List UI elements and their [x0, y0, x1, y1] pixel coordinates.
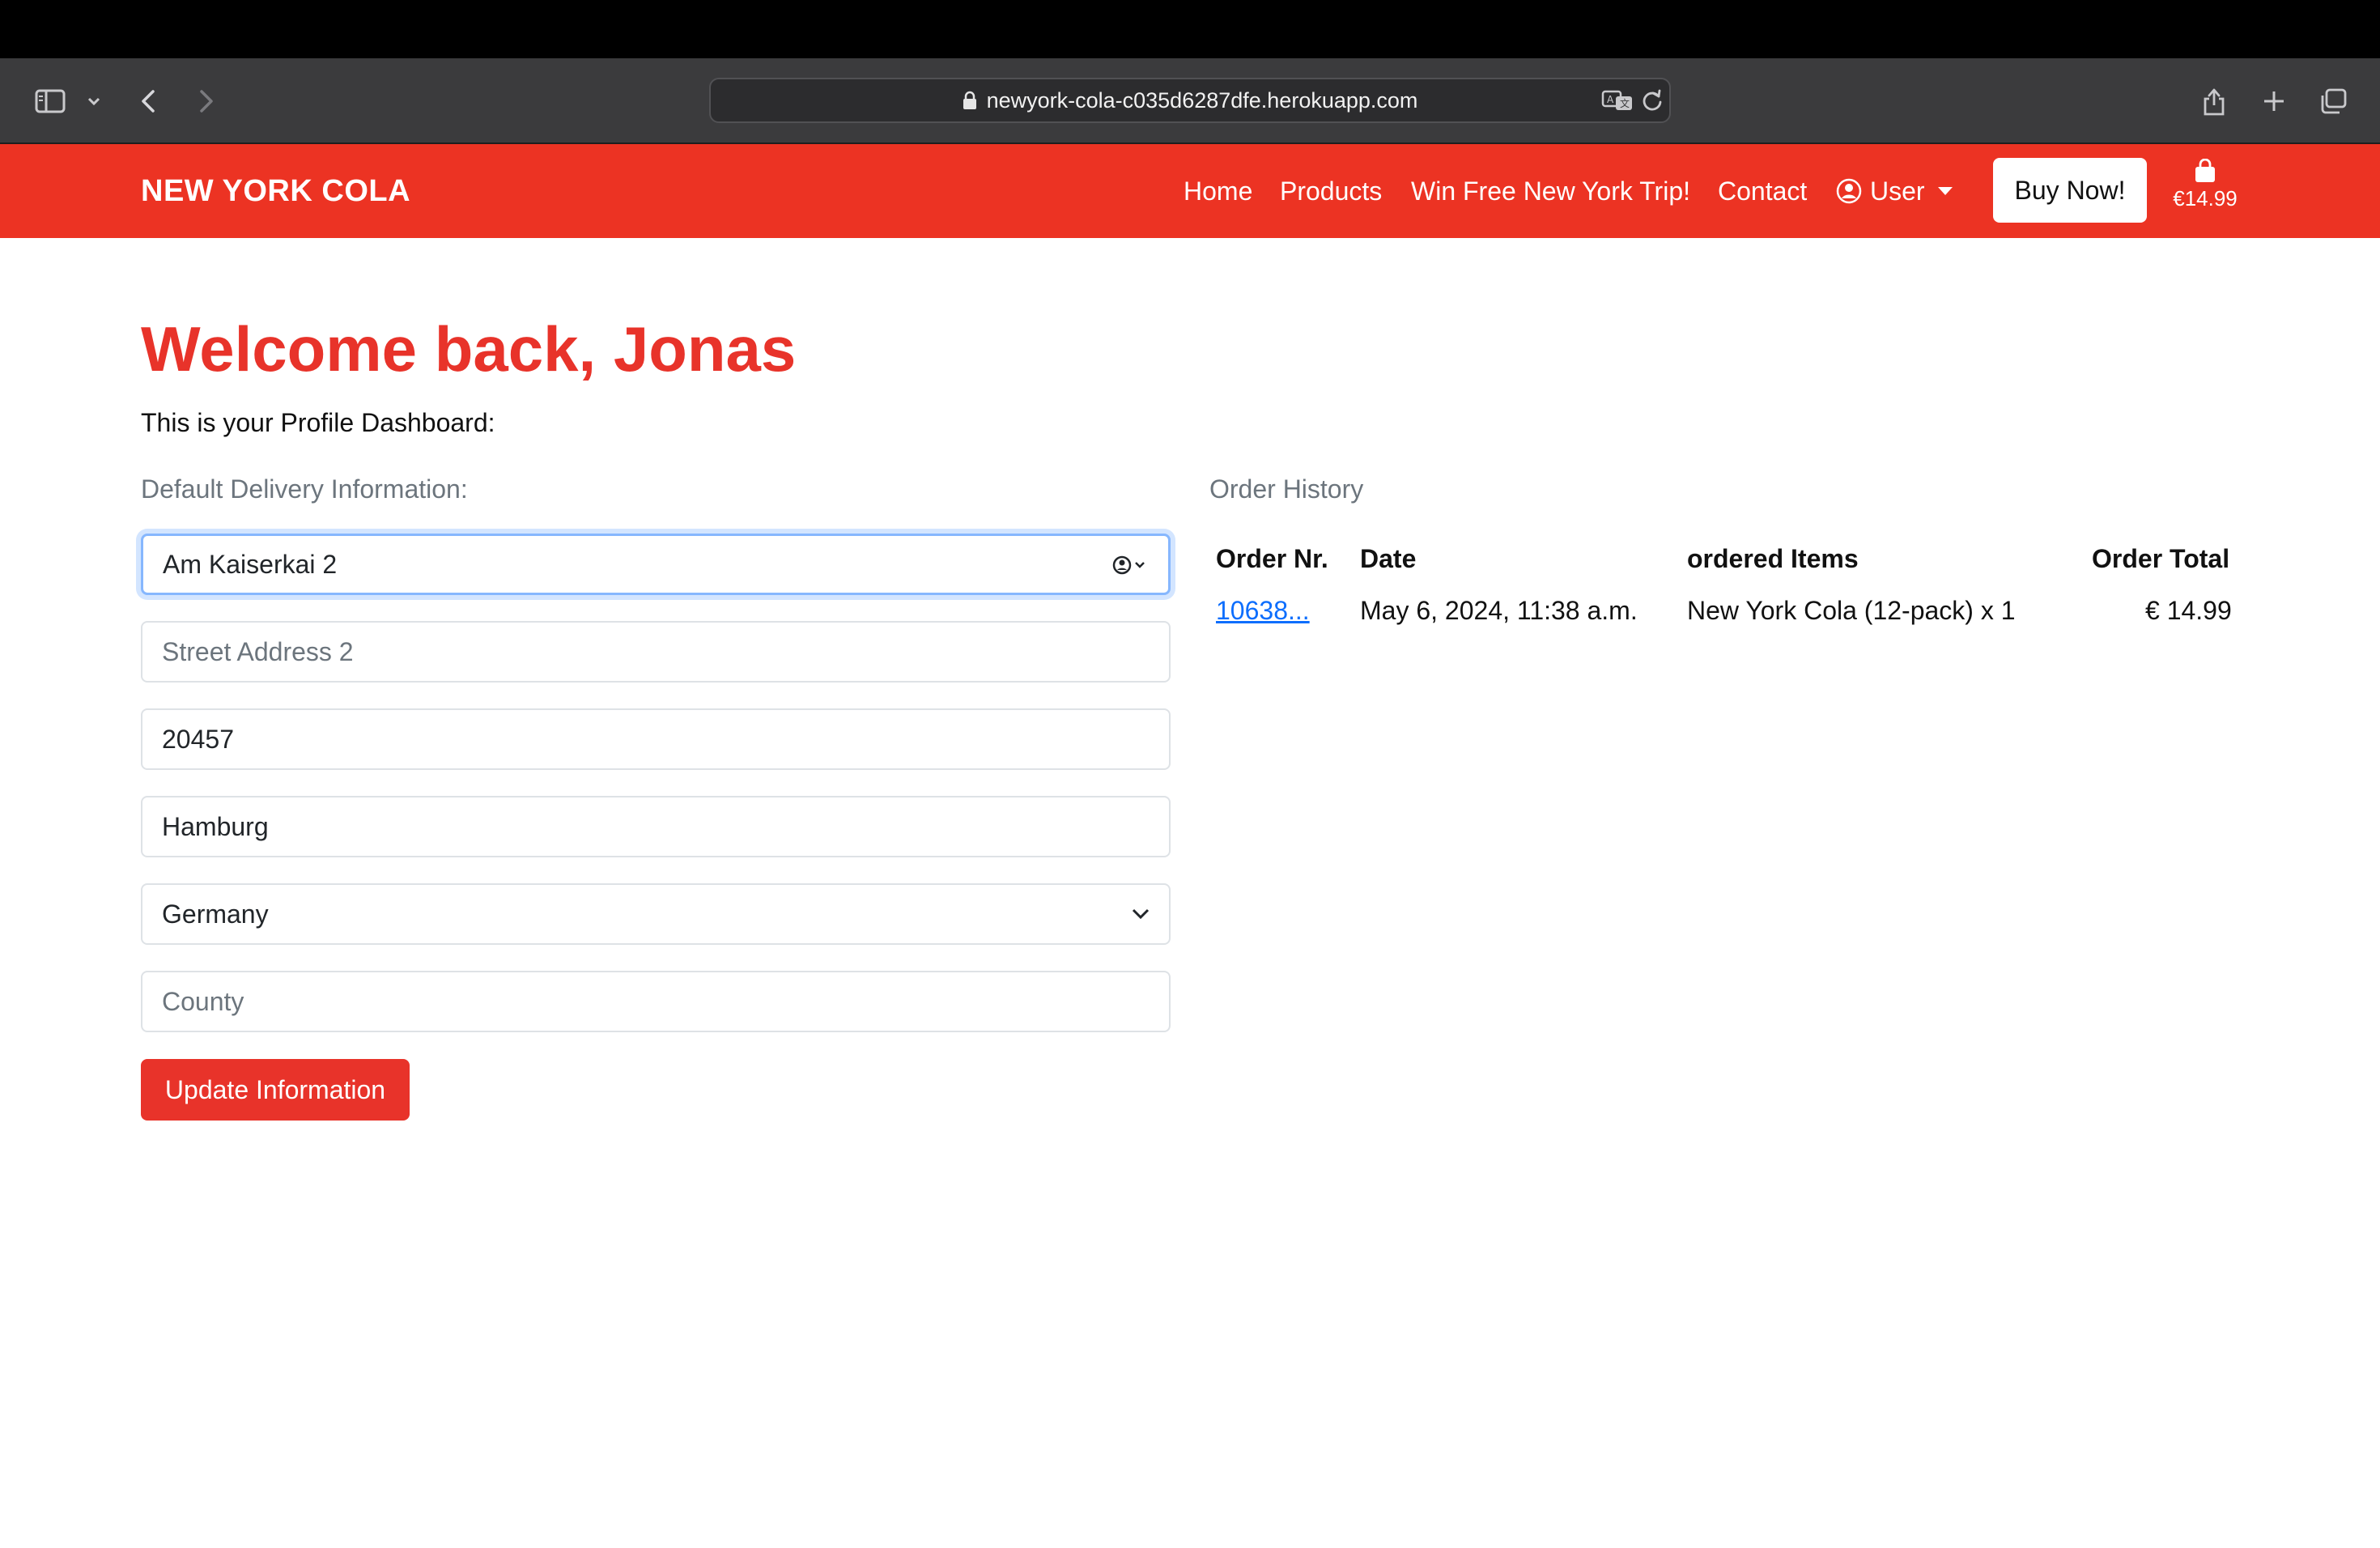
- street-address-2-placeholder: Street Address 2: [162, 636, 354, 666]
- cart-total: €14.99: [2173, 186, 2238, 211]
- chevron-down-icon[interactable]: [84, 58, 104, 144]
- postcode-value: 20457: [162, 724, 234, 754]
- nav-user-dropdown[interactable]: User: [1836, 144, 1953, 238]
- column-header-ordered-items: ordered Items: [1687, 544, 1859, 573]
- shopping-bag-icon: [2194, 159, 2216, 183]
- country-select[interactable]: Germany: [141, 883, 1171, 945]
- order-history-label: Order History: [1209, 474, 1364, 504]
- nav-products[interactable]: Products: [1280, 144, 1382, 238]
- chevron-down-icon: [1132, 885, 1150, 943]
- user-circle-icon: [1836, 178, 1862, 204]
- page-subtitle: This is your Profile Dashboard:: [141, 408, 495, 437]
- order-items: New York Cola (12-pack) x 1: [1687, 596, 2016, 625]
- address-bar[interactable]: newyork-cola-c035d6287dfe.herokuapp.com …: [709, 78, 1671, 123]
- autofill-contact-icon[interactable]: [1111, 536, 1149, 594]
- column-header-order-nr: Order Nr.: [1216, 544, 1328, 573]
- order-total: € 14.99: [2145, 596, 2232, 625]
- brand-logo[interactable]: NEW YORK COLA: [141, 144, 410, 238]
- order-number-link[interactable]: 10638...: [1216, 596, 1310, 626]
- country-value: Germany: [162, 899, 269, 929]
- page-title: Welcome back, Jonas: [141, 313, 797, 385]
- nav-contact[interactable]: Contact: [1718, 144, 1807, 238]
- url-text: newyork-cola-c035d6287dfe.herokuapp.com: [986, 87, 1418, 113]
- tabs-overview-icon[interactable]: [2318, 58, 2348, 144]
- caret-down-icon: [1937, 187, 1953, 195]
- county-placeholder: County: [162, 986, 244, 1016]
- nav-win-trip[interactable]: Win Free New York Trip!: [1411, 144, 1690, 238]
- user-label: User: [1870, 176, 1925, 206]
- county-input[interactable]: County: [141, 971, 1171, 1032]
- forward-icon[interactable]: [194, 58, 219, 144]
- nav-home[interactable]: Home: [1184, 144, 1252, 238]
- street-address-2-input[interactable]: Street Address 2: [141, 621, 1171, 683]
- translate-icon[interactable]: A文: [1601, 79, 1634, 121]
- new-tab-icon[interactable]: [2260, 58, 2288, 144]
- svg-text:文: 文: [1620, 97, 1630, 109]
- street-address-1-input[interactable]: Am Kaiserkai 2: [141, 534, 1171, 595]
- order-date: May 6, 2024, 11:38 a.m.: [1360, 596, 1638, 625]
- buy-now-button[interactable]: Buy Now!: [1993, 158, 2147, 223]
- city-value: Hamburg: [162, 811, 269, 841]
- screen-top-bar: [0, 0, 2380, 58]
- column-header-order-total: Order Total: [2092, 544, 2230, 573]
- back-icon[interactable]: [136, 58, 160, 144]
- sidebar-icon[interactable]: [31, 58, 70, 144]
- postcode-input[interactable]: 20457: [141, 708, 1171, 770]
- column-header-date: Date: [1360, 544, 1417, 573]
- update-information-button[interactable]: Update Information: [141, 1059, 410, 1121]
- svg-text:A: A: [1607, 94, 1614, 105]
- reload-icon[interactable]: [1642, 79, 1663, 121]
- street-address-1-value: Am Kaiserkai 2: [163, 549, 338, 579]
- city-input[interactable]: Hamburg: [141, 796, 1171, 857]
- cart-button[interactable]: €14.99: [2165, 159, 2246, 223]
- delivery-info-label: Default Delivery Information:: [141, 474, 468, 504]
- browser-toolbar: newyork-cola-c035d6287dfe.herokuapp.com …: [0, 58, 2380, 144]
- share-icon[interactable]: [2200, 58, 2228, 144]
- lock-icon: [963, 91, 977, 110]
- site-navbar: NEW YORK COLA Home Products Win Free New…: [0, 144, 2380, 238]
